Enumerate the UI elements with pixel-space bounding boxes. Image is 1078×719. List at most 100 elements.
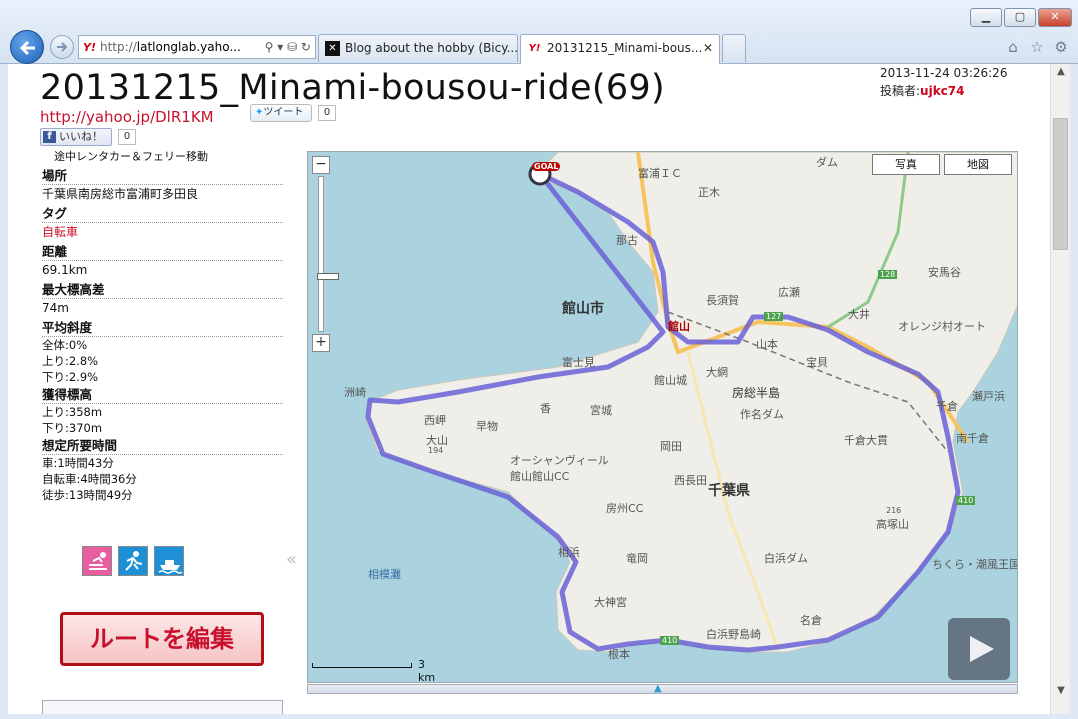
vertical-scrollbar[interactable]: ▲ ▼ [1050, 64, 1070, 714]
map-label-ko: 香 [540, 402, 551, 415]
slope-all: 全体:0% [42, 338, 88, 352]
zoom-in-button[interactable]: − [312, 156, 330, 174]
close-tab-icon[interactable]: ✕ [703, 35, 713, 61]
time-label: 想定所要時間 [42, 436, 283, 455]
play-icon [970, 636, 994, 662]
map-label-nakai: 名倉 [800, 614, 822, 627]
ferry-activity-icon[interactable] [154, 546, 184, 576]
gain-up: 上り:358m [42, 405, 103, 419]
short-url-link[interactable]: http://yahoo.jp/DlR1KM [40, 108, 214, 126]
new-tab-button[interactable] [722, 34, 746, 62]
map-label-yamamoto: 山本 [756, 338, 778, 351]
map-label-tomiura-ic: 富浦ＩＣ [638, 167, 682, 180]
map-label-setohama: 瀬戸浜 [972, 390, 1005, 403]
map-label-fujimi: 富士見 [562, 356, 595, 369]
collapse-panel-button[interactable]: « [286, 549, 297, 570]
like-count: 0 [118, 129, 136, 145]
zoom-out-button[interactable]: + [312, 334, 330, 352]
time-walk: 徒歩:13時間49分 [42, 488, 133, 502]
location-label: 場所 [42, 166, 283, 185]
map-label-takarabe: 宝貝 [806, 356, 828, 369]
map-label-nishinagata: 西長田 [674, 474, 707, 487]
map-label-okada: 岡田 [660, 440, 682, 453]
route-map[interactable]: GOAL − + 写真 地図 富浦ＩＣ ダム 正木 那古 館山市 館山 長須賀 … [307, 151, 1018, 683]
map-label-suzaki: 洲崎 [344, 386, 366, 399]
map-label-tateyama-castle: 館山城 [654, 374, 687, 387]
map-label-hirose: 広瀬 [778, 286, 800, 299]
blog-favicon-icon: ✕ [325, 41, 340, 56]
map-label-tateyama-city: 館山市 [562, 301, 604, 317]
close-window-button[interactable]: ✕ [1038, 8, 1072, 27]
facebook-icon: f [43, 131, 56, 143]
route-shield-410a: 410 [956, 496, 976, 505]
map-label-nago: 那古 [616, 234, 638, 247]
post-datetime: 2013-11-24 03:26:26 [880, 66, 1008, 80]
forward-arrow-icon [57, 42, 68, 52]
map-view-button[interactable]: 地図 [944, 154, 1012, 175]
map-label-sagami: 相模灘 [368, 568, 401, 581]
tag-link[interactable]: 自転車 [42, 223, 283, 242]
slope-down: 下り:2.9% [42, 370, 99, 384]
elevation-diff-label: 最大標高差 [42, 280, 283, 299]
map-label-shirahama-dam: 白浜ダム [764, 552, 808, 565]
forward-button[interactable] [50, 35, 74, 59]
edit-route-button[interactable]: ルートを編集 [60, 612, 264, 666]
time-car: 車:1時間43分 [42, 456, 114, 470]
map-label-chiba: 千葉県 [708, 483, 750, 499]
land-area [365, 152, 1017, 653]
photo-view-button[interactable]: 写真 [872, 154, 940, 175]
maximize-button[interactable]: ▢ [1004, 8, 1036, 27]
back-arrow-icon [19, 40, 35, 56]
map-label-aibahama: 相浜 [558, 546, 580, 559]
map-label-oi: 大井 [848, 308, 870, 321]
map-label-nemoto: 根本 [608, 648, 630, 661]
tweet-button[interactable]: ✦ツイート [250, 104, 312, 122]
map-label-sakuma-dam: 作名ダム [740, 408, 784, 421]
like-button[interactable]: f いいね！ [40, 128, 112, 146]
scroll-up-icon[interactable]: ▲ [1051, 66, 1071, 77]
map-label-kaburagi: 千倉 [936, 400, 958, 413]
scale-label: 3 km [418, 658, 436, 683]
slope-label: 平均斜度 [42, 318, 283, 337]
map-label-dam: ダム [816, 156, 838, 169]
elevation-diff-value: 74m [42, 301, 69, 315]
minimize-button[interactable]: ▁ [970, 8, 1002, 27]
zoom-slider-track[interactable] [317, 176, 339, 332]
route-shield-410b: 410 [660, 636, 680, 645]
map-label-nishizaki: 西岬 [424, 414, 446, 427]
map-label-shirahama-cape: 白浜野島崎 [706, 628, 761, 641]
yahoo-favicon-icon: Y! [83, 41, 96, 54]
zoom-slider-handle[interactable] [317, 273, 339, 280]
tab-blog-label: Blog about the hobby (Bicy... [345, 41, 518, 55]
goal-label: GOAL [532, 162, 561, 171]
poster-link[interactable]: ujkc74 [920, 84, 964, 98]
browser-chrome: ▁ ▢ ✕ Y! http://latlonglab.yaho... ⚲ ▾ ⛁ … [0, 0, 1078, 64]
tab-blog[interactable]: ✕ Blog about the hobby (Bicy... [318, 34, 518, 62]
address-bar-icons[interactable]: ⚲ ▾ ⛁ ↻ [265, 36, 311, 58]
star-icon[interactable]: ☆ [1028, 38, 1046, 56]
tab-current[interactable]: Y! 20131215_Minami-bous... ✕ [520, 34, 720, 64]
scroll-down-icon[interactable]: ▼ [1051, 685, 1071, 696]
scrollbar-thumb[interactable] [1053, 118, 1068, 250]
page-title: 20131215_Minami-bousou-ride(69) [40, 68, 665, 108]
home-icon[interactable]: ⌂ [1004, 38, 1022, 56]
poster-info: 投稿者:ujkc74 [880, 84, 965, 98]
route-note: 途中レンタカー＆フェリー移動 [54, 150, 208, 163]
route-info-panel: 途中レンタカー＆フェリー移動 場所 千葉県南房総市富浦町多田良 タグ 自転車 距… [42, 148, 283, 503]
scale-bar [312, 663, 412, 668]
expand-caret-icon: ▲ [654, 683, 662, 694]
tag-label: タグ [42, 204, 283, 223]
route-shield-128: 128 [878, 270, 898, 279]
running-activity-icon[interactable] [118, 546, 148, 576]
back-button[interactable] [10, 30, 44, 64]
gear-icon[interactable]: ⚙ [1052, 38, 1070, 56]
map-elevation-toggle[interactable]: ▲ [307, 683, 1018, 694]
gain-down: 下り:370m [42, 421, 103, 435]
map-label-boso-peninsula: 房総半島 [732, 386, 781, 400]
elevation-gain-label: 獲得標高 [42, 385, 283, 404]
play-route-button[interactable] [948, 618, 1010, 680]
cycling-activity-icon[interactable] [82, 546, 112, 576]
address-bar[interactable]: Y! http://latlonglab.yaho... ⚲ ▾ ⛁ ↻ [78, 35, 316, 59]
location-value: 千葉県南房総市富浦町多田良 [42, 187, 199, 201]
map-label-ocean-vill: オーシャンヴィール館山館山CC [510, 454, 609, 483]
